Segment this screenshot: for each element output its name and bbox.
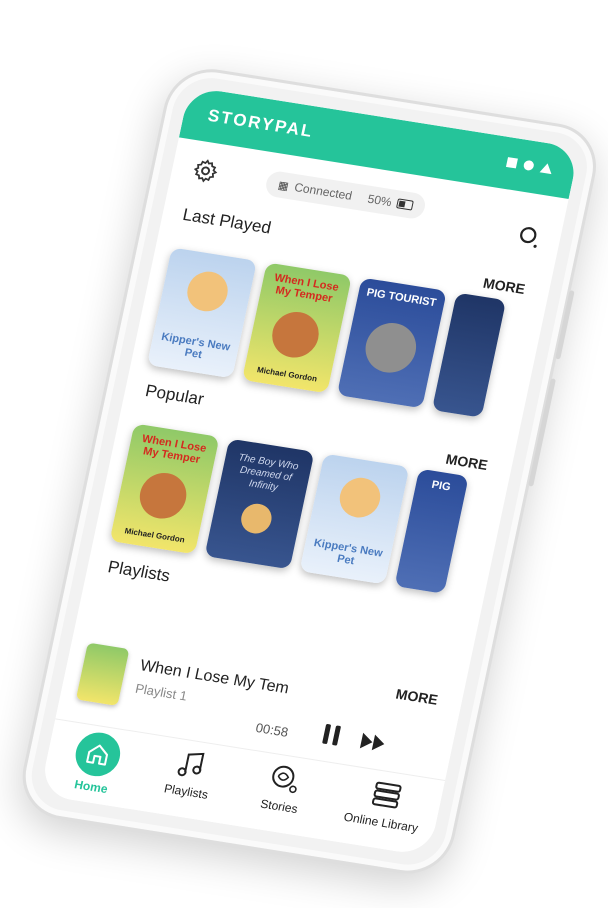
nav-label: Stories <box>259 796 299 817</box>
book-card[interactable]: PIG TOURIST <box>336 277 447 409</box>
connection-status: Connected <box>293 180 354 203</box>
book-card[interactable]: PIG <box>394 468 469 594</box>
book-title: PIG TOURIST <box>365 286 438 310</box>
book-title: Kipper's New Pet <box>160 330 232 362</box>
popular-more-link[interactable]: MORE <box>444 451 489 473</box>
app-title: STORYPAL <box>206 105 316 142</box>
book-title: The Boy Who Dreamed of Infinity <box>237 452 300 494</box>
gear-icon <box>193 159 218 183</box>
book-illustration <box>135 469 191 522</box>
battery-icon <box>539 162 554 175</box>
nav-label: Online Library <box>342 809 420 836</box>
library-icon <box>366 776 407 815</box>
battery-level: 50% <box>366 191 394 210</box>
now-playing-cover <box>75 642 130 706</box>
book-title: When I Lose My Temper <box>273 271 340 305</box>
book-card[interactable]: When I Lose My Temper Michael Gordon <box>241 262 352 394</box>
search-button[interactable] <box>515 224 544 251</box>
nav-item-home[interactable]: Home <box>45 726 147 801</box>
music-note-icon <box>172 745 213 784</box>
book-illustration <box>183 268 232 315</box>
book-illustration <box>360 319 421 377</box>
book-illustration <box>267 308 323 361</box>
status-icons <box>505 157 554 175</box>
signal-icon <box>505 157 518 169</box>
nav-label: Playlists <box>162 781 210 802</box>
skip-forward-button[interactable] <box>357 730 389 754</box>
volume-button <box>555 290 575 360</box>
power-button <box>528 378 556 487</box>
book-card[interactable]: When I Lose My Temper Michael Gordon <box>109 423 220 555</box>
book-author: Michael Gordon <box>256 365 318 384</box>
book-author: Michael Gordon <box>123 526 186 545</box>
wifi-icon <box>522 159 535 172</box>
battery-icon <box>396 198 415 211</box>
pause-button[interactable] <box>320 723 344 748</box>
pause-icon <box>322 724 341 746</box>
nav-item-online-library[interactable]: Online Library <box>330 771 440 838</box>
last-played-more-link[interactable]: MORE <box>482 275 527 297</box>
connection-status-pill: ▦ Connected 50% <box>263 169 428 221</box>
nav-item-playlists[interactable]: Playlists <box>140 741 240 806</box>
nav-item-stories[interactable]: Stories <box>233 755 333 820</box>
settings-button[interactable] <box>190 156 221 186</box>
book-illustration <box>336 474 384 521</box>
section-title: Popular <box>143 381 206 409</box>
book-card[interactable] <box>431 292 507 418</box>
fast-forward-icon <box>359 732 385 751</box>
playlists-more-link[interactable]: MORE <box>394 686 439 708</box>
phone-frame: STORYPAL ▦ Connected 50% Last Played MOR… <box>14 62 605 881</box>
book-title: Kipper's New Pet <box>312 537 384 568</box>
phone-screen: STORYPAL ▦ Connected 50% Last Played MOR… <box>39 86 580 857</box>
book-title: When I Lose My Temper <box>140 432 208 467</box>
now-playing-playlist: Playlist 1 <box>133 680 189 704</box>
book-card[interactable]: Kipper's New Pet <box>146 247 257 379</box>
nav-label: Home <box>73 777 109 797</box>
device-icon: ▦ <box>276 179 290 193</box>
book-card[interactable]: The Boy Who Dreamed of Infinity <box>204 438 315 570</box>
search-icon <box>520 227 537 248</box>
phone-mockup: STORYPAL ▦ Connected 50% Last Played MOR… <box>14 62 605 881</box>
now-playing-time: 00:58 <box>254 720 290 740</box>
stories-icon <box>265 760 306 799</box>
book-card[interactable]: Kipper's New Pet <box>299 453 410 585</box>
book-illustration <box>238 501 275 536</box>
book-title: PIG <box>430 478 452 494</box>
home-icon <box>71 729 125 780</box>
section-title: Playlists <box>106 557 172 586</box>
